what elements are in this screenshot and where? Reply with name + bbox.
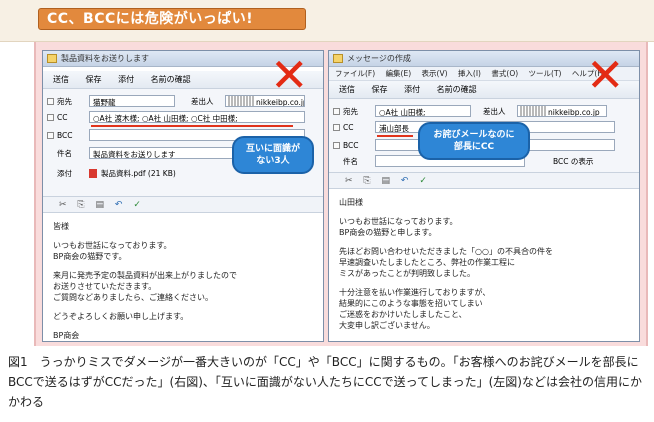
copy-icon[interactable]: ⎘ [363,176,370,186]
body-line: ミスがあったことが判明致しました。 [339,269,475,278]
menu-file[interactable]: ファイル(F) [335,69,375,78]
check-names-button[interactable]: 名前の確認 [437,85,477,94]
body-line: 十分注意を払い作業進行しておりますが、 [339,288,491,297]
bcc-label: BCC [343,141,359,150]
body-line: 大変申し訳ございません。 [339,321,435,330]
body-line: ご質問などありましたら、ご連絡ください。 [53,293,213,302]
send-button[interactable]: 送信 [53,75,69,84]
body-line: 先ほどお問い合わせいただきました「○○」の不具合の件を [339,247,553,256]
attach-button[interactable]: 添付 [118,75,134,84]
left-window-title: 製品資料をお送りします [61,54,149,63]
body-line: 来月に発売予定の製品資料が出来上がりましたので [53,271,237,280]
copy-icon[interactable]: ⎘ [77,200,84,210]
left-callout-bubble: 互いに面識が ない3人 [232,136,314,174]
banner: CC、BCCには危険がいっぱい! [0,0,654,42]
cut-icon[interactable]: ✂ [59,200,67,210]
left-format-bar: ✂ ⎘ ▤ ↶ ✓ [43,197,323,213]
body-line: ご迷惑をおかけいたしましたこと、 [339,310,467,319]
send-button[interactable]: 送信 [339,85,355,94]
mail-icon [333,54,343,63]
right-window-title: メッセージの作成 [347,54,411,63]
body-line: いつもお世話になっております。 [53,241,172,250]
paste-icon[interactable]: ▤ [96,200,105,210]
mail-icon [47,54,57,63]
check-icon[interactable]: ✓ [133,200,141,210]
from-redacted [520,106,546,116]
menu-insert[interactable]: 挿入(I) [458,69,481,78]
menu-edit[interactable]: 編集(E) [386,69,412,78]
to-label: 宛先 [57,97,72,106]
save-button[interactable]: 保存 [372,85,388,94]
cc-label: CC [57,113,68,122]
undo-icon[interactable]: ↶ [115,200,123,210]
check-names-button[interactable]: 名前の確認 [151,75,191,84]
attach-label: 添付 [57,169,72,178]
bcc-show-link[interactable]: BCC の表示 [553,155,593,168]
body-line: 結果的にこのような事態を招いてしまい [339,299,483,308]
subject-field[interactable]: 製品資料をお送りします [89,147,239,159]
figure-caption: 図1 うっかりミスでダメージが一番大きいのが「CC」や「BCC」に関するもの。「… [8,355,642,409]
menu-format[interactable]: 書式(O) [491,69,518,78]
body-line: お送りさせていただきます。 [53,282,157,291]
pdf-icon [89,169,97,178]
menu-tools[interactable]: ツール(T) [529,69,562,78]
body-line: BP商会の猫野と申します。 [339,228,437,237]
attachment-file[interactable]: 製品資料.pdf (21 KB) [101,167,176,180]
body-line: 山田様 [339,198,363,207]
subject-label: 件名 [57,149,72,158]
menu-view[interactable]: 表示(V) [422,69,448,78]
body-line: BP商会 [53,331,80,340]
from-label: 差出人 [483,107,506,116]
cc-field[interactable]: ○A社 渡木様; ○A社 山田様; ○C社 中田様; [89,111,305,123]
left-x-mark-icon: ✕ [270,48,309,102]
to-field[interactable]: 猫野龍 [89,95,175,107]
bcc-label: BCC [57,131,73,140]
body-line: いつもお世話になっております。 [339,217,458,226]
cc-label: CC [343,123,354,132]
right-message-body[interactable]: 山田様 いつもお世話になっております。 BP商会の猫野と申します。 先ほどお問い… [329,189,639,339]
body-line: BP商会の猫野です。 [53,252,127,261]
from-field[interactable]: nikkeibp.co.jp [517,105,607,117]
attach-button[interactable]: 添付 [404,85,420,94]
right-format-bar: ✂ ⎘ ▤ ↶ ✓ [329,173,639,189]
body-line: 皆様 [53,222,69,231]
banner-title: CC、BCCには危険がいっぱい! [38,8,306,30]
body-line: どうぞよろしくお願い申し上げます。 [53,312,189,321]
right-x-mark-icon: ✕ [586,48,625,102]
left-message-body[interactable]: 皆様 いつもお世話になっております。 BP商会の猫野です。 来月に発売予定の製品… [43,213,323,341]
cc-underline [91,125,293,127]
save-button[interactable]: 保存 [86,75,102,84]
check-icon[interactable]: ✓ [419,176,427,186]
from-label: 差出人 [191,97,214,106]
to-field[interactable]: ○A社 山田様; [375,105,471,117]
cut-icon[interactable]: ✂ [345,176,353,186]
to-label: 宛先 [343,107,358,116]
from-redacted [228,96,254,106]
body-line: 早速調査いたしましたところ、弊社の作業工程に [339,258,515,267]
undo-icon[interactable]: ↶ [401,176,409,186]
paste-icon[interactable]: ▤ [382,176,391,186]
right-callout-bubble: お詫びメールなのに 部長にCC [418,122,530,160]
subject-label: 件名 [343,157,358,166]
cc-underline [377,135,413,137]
